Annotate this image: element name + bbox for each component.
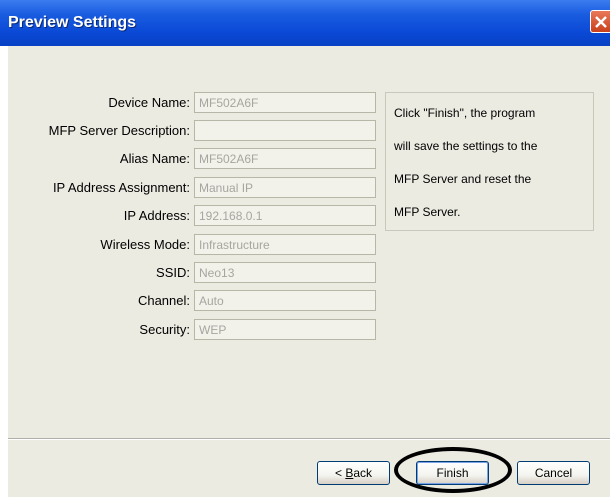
row-device-name: Device Name: MF502A6F xyxy=(0,92,380,113)
alias-name-label: Alias Name: xyxy=(119,151,190,166)
ip-address-label: IP Address: xyxy=(123,208,190,223)
security-label: Security: xyxy=(139,322,190,337)
row-mfp-server-description: MFP Server Description: xyxy=(0,120,380,141)
separator-line xyxy=(8,438,438,440)
row-ip-address-assignment: IP Address Assignment: Manual IP xyxy=(0,177,380,198)
ssid-label: SSID: xyxy=(156,265,190,280)
row-ssid: SSID: Neo13 xyxy=(0,262,380,283)
row-channel: Channel: Auto xyxy=(0,290,380,311)
back-rest: ack xyxy=(353,466,373,480)
channel-field[interactable]: Auto xyxy=(194,290,376,311)
back-button[interactable]: < Back xyxy=(317,461,390,485)
title-bar[interactable]: Preview Settings xyxy=(0,0,610,46)
mfp-server-description-field[interactable] xyxy=(194,120,376,141)
ip-address-field[interactable]: 192.168.0.1 xyxy=(194,205,376,226)
info-line: Click "Finish", the program xyxy=(394,106,536,120)
close-icon xyxy=(595,16,607,28)
info-line: MFP Server and reset the xyxy=(394,172,532,186)
device-name-label: Device Name: xyxy=(108,95,190,110)
channel-label: Channel: xyxy=(137,293,190,308)
wireless-mode-label: Wireless Mode: xyxy=(100,237,190,252)
finish-highlight-circle xyxy=(394,447,512,493)
window-title: Preview Settings xyxy=(8,14,137,31)
ssid-field[interactable]: Neo13 xyxy=(194,262,376,283)
wireless-mode-field[interactable]: Infrastructure xyxy=(194,234,376,255)
info-panel: Click "Finish", the program will save th… xyxy=(385,92,594,231)
ip-address-assignment-label: IP Address Assignment: xyxy=(52,180,190,195)
row-security: Security: WEP xyxy=(0,319,380,340)
row-ip-address: IP Address: 192.168.0.1 xyxy=(0,205,380,226)
mfp-server-description-label: MFP Server Description: xyxy=(48,123,190,138)
info-line: will save the settings to the xyxy=(394,139,538,153)
cancel-label: Cancel xyxy=(534,466,573,480)
ip-address-assignment-field[interactable]: Manual IP xyxy=(194,177,376,198)
separator-line-right xyxy=(438,438,610,440)
alias-name-field[interactable]: MF502A6F xyxy=(194,148,376,169)
device-name-field[interactable]: MF502A6F xyxy=(194,92,376,113)
back-prefix: < xyxy=(334,466,346,480)
info-line: MFP Server. xyxy=(394,205,461,219)
cancel-button[interactable]: Cancel xyxy=(517,461,590,485)
row-alias-name: Alias Name: MF502A6F xyxy=(0,148,380,169)
close-button[interactable] xyxy=(590,10,610,33)
preview-settings-window: Preview Settings Device Name: MF502A6F M… xyxy=(0,0,610,497)
security-field[interactable]: WEP xyxy=(194,319,376,340)
row-wireless-mode: Wireless Mode: Infrastructure xyxy=(0,234,380,255)
